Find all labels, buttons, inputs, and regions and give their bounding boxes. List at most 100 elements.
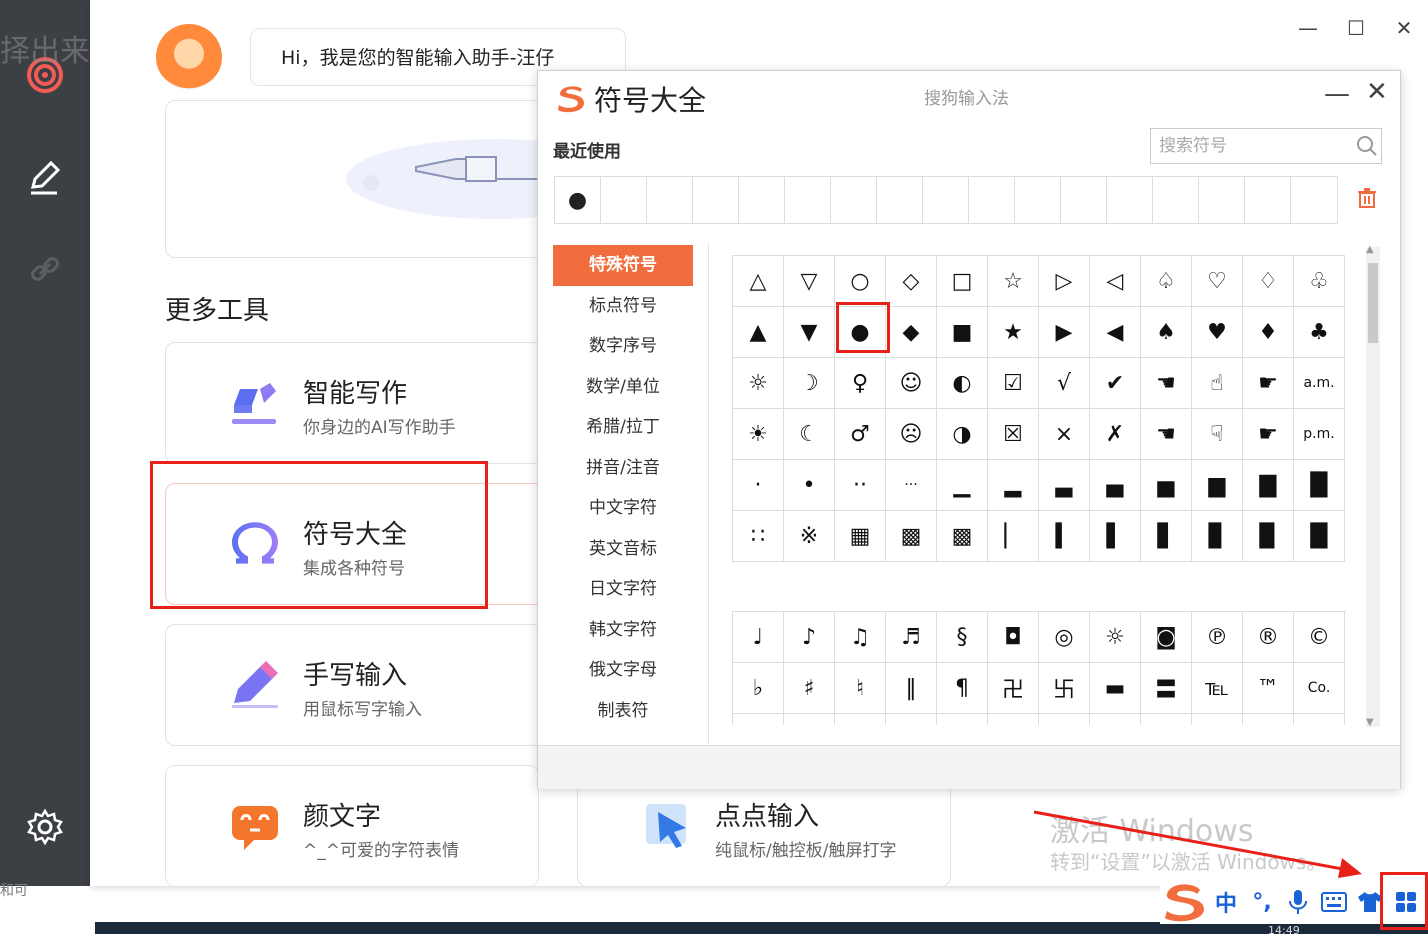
symbol-cell[interactable]: ♀ xyxy=(835,358,886,409)
category-item[interactable]: 特殊符号 xyxy=(553,245,693,286)
symbol-cell[interactable]: █ xyxy=(1294,511,1345,562)
symbol-cell[interactable]: ✔ xyxy=(1090,358,1141,409)
symbol-cell[interactable]: × xyxy=(1039,409,1090,460)
window-maximize-button[interactable]: ☐ xyxy=(1332,14,1380,42)
symbol-cell[interactable]: █ xyxy=(1294,460,1345,511)
symbol-cell[interactable]: ‖ xyxy=(886,663,937,714)
symbol-cell[interactable]: ▆ xyxy=(1192,460,1243,511)
category-item[interactable]: 韩文字符 xyxy=(553,610,693,651)
assistant-avatar[interactable] xyxy=(156,24,222,90)
symbol-cell[interactable] xyxy=(988,714,1039,725)
symbol-cell[interactable]: ▷ xyxy=(1039,256,1090,307)
symbol-cell[interactable]: ◑ xyxy=(937,409,988,460)
symbol-cell[interactable]: ℡ xyxy=(1192,663,1243,714)
symbol-cell[interactable]: ▶ xyxy=(1039,307,1090,358)
symbol-cell[interactable]: ☾ xyxy=(784,409,835,460)
symbol-cell[interactable]: 卐 xyxy=(1039,663,1090,714)
scrollbar-thumb[interactable] xyxy=(1368,263,1378,343)
symbol-cell[interactable]: ◙ xyxy=(1141,612,1192,663)
symbol-cell[interactable]: □ xyxy=(937,256,988,307)
tool-card-kaomoji[interactable]: 颜文字 ^_^可爱的字符表情 xyxy=(165,765,539,887)
dialog-minimize-button[interactable]: — xyxy=(1324,79,1350,109)
symbol-cell[interactable] xyxy=(1039,714,1090,725)
recent-symbol[interactable]: ● xyxy=(555,177,601,223)
symbol-cell[interactable]: ◀ xyxy=(1090,307,1141,358)
recent-symbol[interactable] xyxy=(923,177,969,223)
symbol-cell[interactable]: ♫ xyxy=(835,612,886,663)
category-item[interactable]: 数学/单位 xyxy=(553,367,693,408)
symbol-cell[interactable]: ♦ xyxy=(1243,307,1294,358)
symbol-cell[interactable]: ··· xyxy=(886,460,937,511)
symbol-cell[interactable]: ▲ xyxy=(733,307,784,358)
ime-chinese-mode-button[interactable]: 中 xyxy=(1208,884,1244,920)
category-item[interactable]: 俄文字母 xyxy=(553,650,693,691)
recent-symbol[interactable] xyxy=(831,177,877,223)
symbol-cell[interactable]: ♯ xyxy=(784,663,835,714)
sogou-ime-logo-icon[interactable] xyxy=(1160,884,1208,922)
link-icon[interactable] xyxy=(20,244,70,294)
symbol-cell[interactable]: ★ xyxy=(988,307,1039,358)
symbol-cell[interactable] xyxy=(1243,714,1294,725)
symbol-cell[interactable]: 卍 xyxy=(988,663,1039,714)
search-icon[interactable] xyxy=(1356,135,1378,161)
symbol-cell[interactable] xyxy=(1192,714,1243,725)
symbol-cell[interactable]: ▅ xyxy=(1141,460,1192,511)
symbol-cell[interactable]: ▼ xyxy=(784,307,835,358)
symbol-cell[interactable]: ▏ xyxy=(988,511,1039,562)
symbol-cell[interactable]: ※ xyxy=(784,511,835,562)
symbol-cell[interactable]: ▩ xyxy=(937,511,988,562)
recent-symbol[interactable] xyxy=(739,177,785,223)
symbol-cell[interactable]: ™ xyxy=(1243,663,1294,714)
symbol-cell[interactable]: ☚ xyxy=(1141,409,1192,460)
symbol-cell[interactable]: ▍ xyxy=(1039,511,1090,562)
window-close-button[interactable]: ✕ xyxy=(1380,14,1428,42)
symbol-cell[interactable]: ✗ xyxy=(1090,409,1141,460)
symbol-cell[interactable]: ☛ xyxy=(1243,358,1294,409)
symbol-cell[interactable]: © xyxy=(1294,612,1345,663)
symbol-cell[interactable] xyxy=(835,714,886,725)
settings-gear-icon[interactable] xyxy=(20,802,70,852)
symbol-cell[interactable]: ♤ xyxy=(1141,256,1192,307)
symbol-cell[interactable]: ♡ xyxy=(1192,256,1243,307)
symbol-cell[interactable]: ☀ xyxy=(733,409,784,460)
recent-symbol[interactable] xyxy=(601,177,647,223)
symbol-cell[interactable]: p.m. xyxy=(1294,409,1345,460)
symbol-cell[interactable] xyxy=(1294,714,1345,725)
ime-punctuation-button[interactable]: °, xyxy=(1244,884,1280,920)
symbol-cell[interactable]: ▽ xyxy=(784,256,835,307)
symbol-cell[interactable]: ♮ xyxy=(835,663,886,714)
symbol-cell[interactable]: ▁ xyxy=(937,460,988,511)
category-item[interactable]: 希腊/拉丁 xyxy=(553,407,693,448)
recent-symbol[interactable] xyxy=(1015,177,1061,223)
symbol-cell[interactable]: ♭ xyxy=(733,663,784,714)
symbol-cell[interactable]: ▋ xyxy=(1141,511,1192,562)
symbol-cell[interactable] xyxy=(886,714,937,725)
symbol-cell[interactable]: ◎ xyxy=(1039,612,1090,663)
symbol-cell[interactable]: ▌ xyxy=(1090,511,1141,562)
edit-pen-icon[interactable] xyxy=(20,152,70,202)
symbol-cell[interactable]: ♢ xyxy=(1243,256,1294,307)
hero-card[interactable] xyxy=(165,100,587,258)
tool-card-handwriting[interactable]: 手写输入 用鼠标写字输入 xyxy=(165,624,545,746)
recent-symbol[interactable] xyxy=(785,177,831,223)
recent-symbol[interactable] xyxy=(1107,177,1153,223)
symbol-cell[interactable]: ☼ xyxy=(1090,612,1141,663)
category-item[interactable]: 拼音/注音 xyxy=(553,448,693,489)
symbol-cell[interactable]: a.m. xyxy=(1294,358,1345,409)
symbol-search-input[interactable]: 搜索符号 xyxy=(1150,128,1382,164)
category-item[interactable]: 数字序号 xyxy=(553,326,693,367)
symbol-cell[interactable]: ☒ xyxy=(988,409,1039,460)
symbol-cell[interactable]: ♠ xyxy=(1141,307,1192,358)
symbol-cell[interactable]: ▊ xyxy=(1192,511,1243,562)
symbol-cell[interactable]: ▇ xyxy=(1243,460,1294,511)
symbol-cell[interactable]: ·· xyxy=(835,460,886,511)
category-item[interactable]: 日文字符 xyxy=(553,569,693,610)
symbol-cell[interactable]: ▦ xyxy=(835,511,886,562)
symbol-cell[interactable]: √ xyxy=(1039,358,1090,409)
symbol-cell[interactable]: ¶ xyxy=(937,663,988,714)
window-minimize-button[interactable]: — xyxy=(1284,14,1332,42)
symbol-cell[interactable]: 〓 xyxy=(1141,663,1192,714)
symbol-cell[interactable] xyxy=(1141,714,1192,725)
symbol-cell[interactable]: ▬ xyxy=(1090,663,1141,714)
recent-symbol[interactable] xyxy=(1061,177,1107,223)
